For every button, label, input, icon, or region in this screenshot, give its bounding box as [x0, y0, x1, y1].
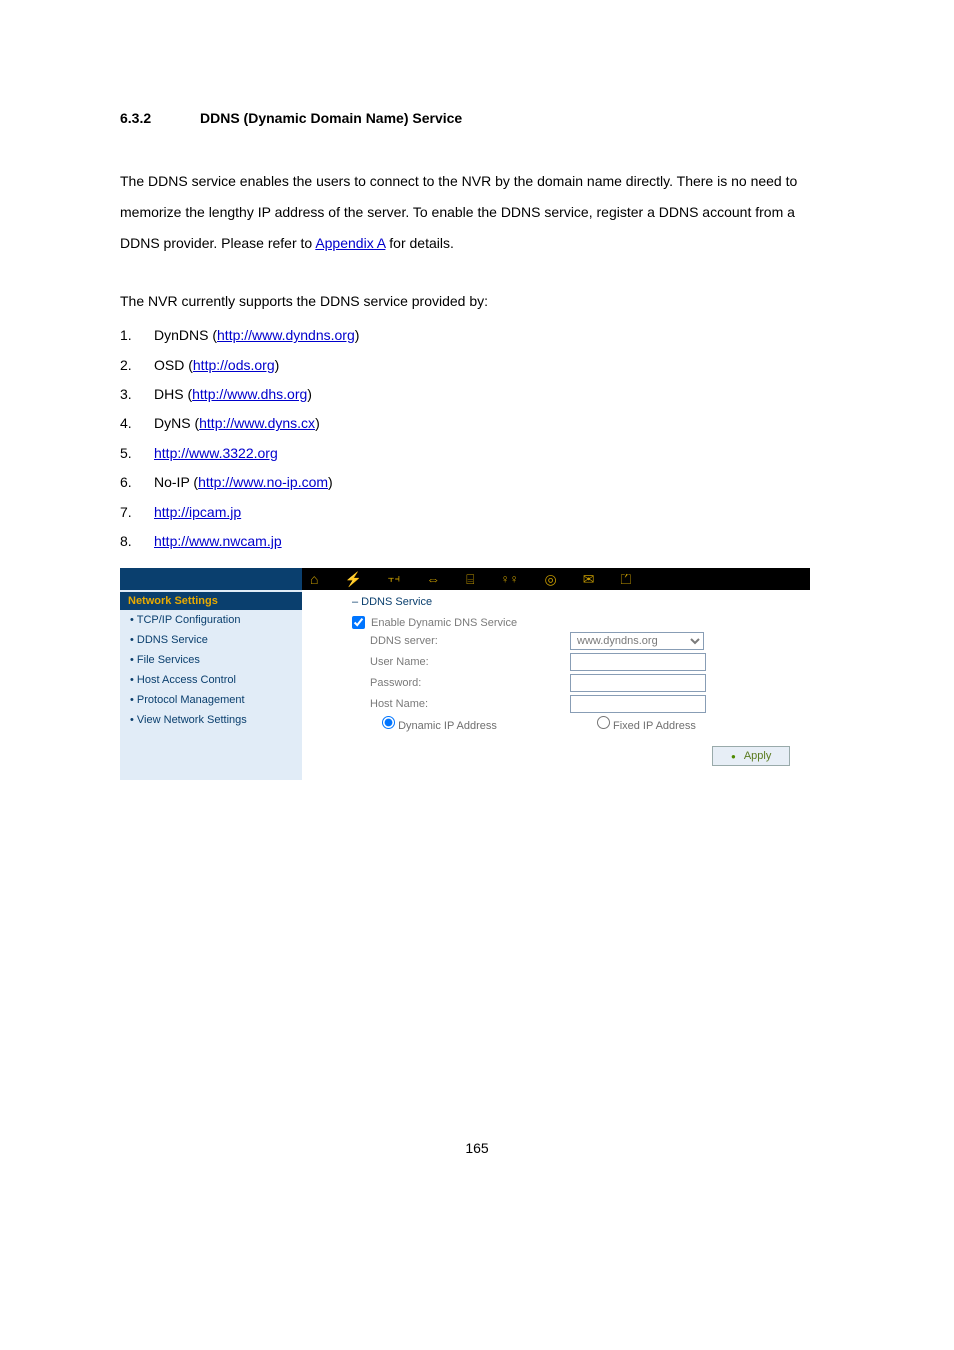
- list-item: 4.DyNS (http://www.dyns.cx): [120, 409, 834, 438]
- provider-link[interactable]: http://www.3322.org: [154, 445, 278, 461]
- password-input[interactable]: [570, 674, 706, 692]
- enable-ddns-label: Enable Dynamic DNS Service: [371, 617, 517, 629]
- page-number: 165: [120, 1140, 834, 1156]
- apply-button[interactable]: ●Apply: [712, 746, 790, 766]
- password-label: Password:: [352, 677, 570, 689]
- camera-icon[interactable]: ◎: [544, 572, 556, 586]
- list-item: 6.No-IP (http://www.no-ip.com): [120, 468, 834, 497]
- sidebar-item-view[interactable]: View Network Settings: [120, 710, 302, 730]
- section-title: – DDNS Service: [352, 596, 798, 608]
- sidebar-item-ddns[interactable]: DDNS Service: [120, 630, 302, 650]
- sidebar-header: Network Settings: [120, 592, 302, 610]
- dynamic-ip-radio[interactable]: [382, 716, 395, 729]
- toolbar: ⌂ ⚡ ⫟⫞ ⇔ ⌸ ♀♀ ◎ ✉ ⏍: [120, 568, 810, 590]
- users-icon[interactable]: ♀♀: [500, 573, 518, 585]
- provider-list: 1.DynDNS (http://www.dyndns.org) 2.OSD (…: [120, 321, 834, 556]
- list-item: 3.DHS (http://www.dhs.org): [120, 380, 834, 409]
- para1-text-a: The DDNS service enables the users to co…: [120, 173, 797, 251]
- username-input[interactable]: [570, 653, 706, 671]
- enable-ddns-field[interactable]: Enable Dynamic DNS Service: [352, 616, 552, 629]
- heading-title: DDNS (Dynamic Domain Name) Service: [200, 110, 462, 126]
- username-label: User Name:: [352, 656, 570, 668]
- enable-ddns-checkbox[interactable]: [352, 616, 365, 629]
- provider-link[interactable]: http://www.nwcam.jp: [154, 533, 282, 549]
- ddns-server-label: DDNS server:: [352, 635, 570, 647]
- fixed-ip-option[interactable]: Fixed IP Address: [597, 716, 696, 732]
- list-item: 1.DynDNS (http://www.dyndns.org): [120, 321, 834, 350]
- exit-icon[interactable]: ⏍: [620, 572, 631, 586]
- sidebar-item-host[interactable]: Host Access Control: [120, 670, 302, 690]
- provider-link[interactable]: http://www.dhs.org: [192, 386, 307, 402]
- mail-icon[interactable]: ✉: [583, 572, 595, 586]
- disk-icon[interactable]: ⌸: [466, 572, 474, 586]
- hostname-input[interactable]: [570, 695, 706, 713]
- provider-link[interactable]: http://www.dyns.cx: [199, 415, 315, 431]
- hostname-label: Host Name:: [352, 698, 570, 710]
- list-item: 5.http://www.3322.org: [120, 439, 834, 468]
- home-icon[interactable]: ⌂: [310, 572, 318, 586]
- intro-paragraph: The DDNS service enables the users to co…: [120, 166, 834, 258]
- sidebar-item-file[interactable]: File Services: [120, 650, 302, 670]
- content-pane: – DDNS Service Enable Dynamic DNS Servic…: [302, 590, 810, 780]
- ddns-server-select[interactable]: www.dyndns.org: [570, 632, 704, 650]
- provider-link[interactable]: http://ods.org: [193, 357, 275, 373]
- network-icon[interactable]: ⫟⫞: [388, 574, 400, 585]
- heading-number: 6.3.2: [120, 110, 200, 126]
- sidebar-item-tcpip[interactable]: TCP/IP Configuration: [120, 610, 302, 630]
- fixed-ip-radio[interactable]: [597, 716, 610, 729]
- arrows-icon[interactable]: ⇔: [426, 572, 440, 586]
- sidebar-item-protocol[interactable]: Protocol Management: [120, 690, 302, 710]
- provider-link[interactable]: http://www.dyndns.org: [217, 327, 355, 343]
- list-item: 2.OSD (http://ods.org): [120, 351, 834, 380]
- provider-link[interactable]: http://ipcam.jp: [154, 504, 241, 520]
- lightning-icon[interactable]: ⚡: [344, 572, 361, 586]
- sidebar: Network Settings TCP/IP Configuration DD…: [120, 590, 302, 780]
- settings-screenshot: ⌂ ⚡ ⫟⫞ ⇔ ⌸ ♀♀ ◎ ✉ ⏍ Network Settings TCP…: [120, 568, 810, 780]
- dynamic-ip-option[interactable]: Dynamic IP Address: [382, 716, 497, 732]
- section-heading: 6.3.2DDNS (Dynamic Domain Name) Service: [120, 110, 834, 126]
- provider-link[interactable]: http://www.no-ip.com: [198, 474, 328, 490]
- list-item: 8.http://www.nwcam.jp: [120, 527, 834, 556]
- appendix-link[interactable]: Appendix A: [315, 235, 385, 251]
- list-item: 7.http://ipcam.jp: [120, 498, 834, 527]
- para1-text-b: for details.: [385, 235, 453, 251]
- list-intro: The NVR currently supports the DDNS serv…: [120, 286, 834, 317]
